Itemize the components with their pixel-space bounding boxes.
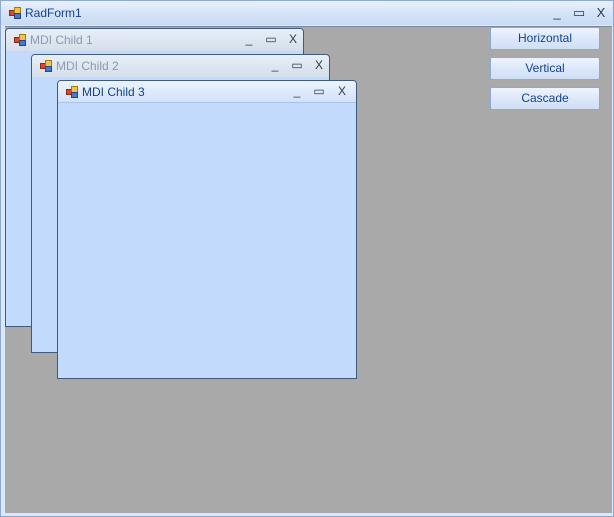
mdi-child-1-title: MDI Child 1: [30, 33, 93, 47]
main-titlebar[interactable]: RadForm1 _ ▭ X: [1, 1, 613, 25]
mdi-child-2-title: MDI Child 2: [56, 59, 119, 73]
mdi-child-3-body: [58, 103, 356, 378]
close-icon[interactable]: X: [591, 4, 611, 22]
vertical-button[interactable]: Vertical: [490, 57, 600, 80]
close-icon[interactable]: X: [310, 57, 328, 74]
horizontal-button[interactable]: Horizontal: [490, 27, 600, 50]
mdi-child-3-title: MDI Child 3: [82, 85, 145, 99]
minimize-icon[interactable]: _: [288, 83, 306, 100]
mdi-child-3-titlebar[interactable]: MDI Child 3 _ ▭ X: [58, 81, 356, 103]
close-icon[interactable]: X: [333, 83, 351, 100]
maximize-icon[interactable]: ▭: [569, 4, 589, 22]
maximize-icon[interactable]: ▭: [288, 57, 306, 74]
mdi-child-3-window[interactable]: MDI Child 3 _ ▭ X: [57, 80, 357, 379]
app-form-icon: [9, 7, 21, 19]
maximize-icon[interactable]: ▭: [262, 31, 280, 48]
minimize-icon[interactable]: _: [266, 57, 284, 74]
child-form-icon: [66, 86, 78, 98]
cascade-button[interactable]: Cascade: [490, 87, 600, 110]
close-icon[interactable]: X: [284, 31, 302, 48]
minimize-icon[interactable]: _: [240, 31, 258, 48]
child-form-icon: [40, 60, 52, 72]
mdi-child-1-titlebar[interactable]: MDI Child 1 _ ▭ X: [6, 29, 303, 51]
main-window-title: RadForm1: [25, 6, 82, 20]
maximize-icon[interactable]: ▭: [310, 83, 328, 100]
minimize-icon[interactable]: _: [547, 4, 567, 22]
mdi-child-2-titlebar[interactable]: MDI Child 2 _ ▭ X: [32, 55, 329, 77]
child-form-icon: [14, 34, 26, 46]
